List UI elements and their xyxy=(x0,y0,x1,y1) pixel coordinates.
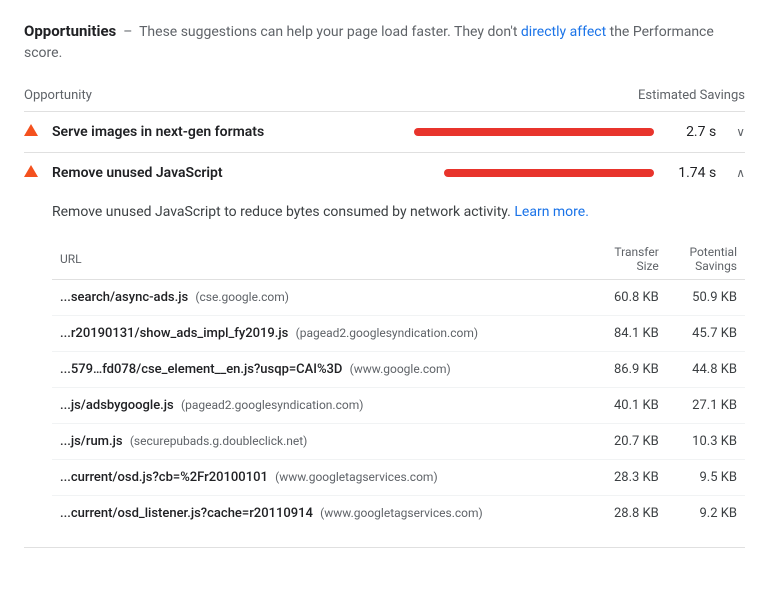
col-savings: Estimated Savings xyxy=(638,88,745,103)
directly-affect-link[interactable]: directly affect xyxy=(521,24,606,40)
url-table-row: ...search/async-ads.js (cse.google.com) … xyxy=(52,280,745,316)
url-cell: ...js/rum.js (securepubads.g.doubleclick… xyxy=(52,424,592,460)
audit-description: Remove unused JavaScript to reduce bytes… xyxy=(52,201,745,223)
transfer-cell: 84.1 KB xyxy=(592,316,667,352)
opportunities-header: Opportunities – These suggestions can he… xyxy=(24,20,745,64)
url-domain: (cse.google.com) xyxy=(195,290,289,304)
transfer-cell: 40.1 KB xyxy=(592,388,667,424)
audit-row-serve-images-header[interactable]: Serve images in next-gen formats 2.7 s ∨ xyxy=(24,112,745,152)
url-table-row: ...js/adsbygoogle.js (pagead2.googlesynd… xyxy=(52,388,745,424)
opportunities-subtitle: – These suggestions can help your page l… xyxy=(24,24,714,61)
audit-row-remove-unused-js: Remove unused JavaScript 1.74 s ∧ Remove… xyxy=(24,153,745,548)
url-col-header: URL xyxy=(52,239,592,280)
savings-col-header: PotentialSavings xyxy=(667,239,745,280)
savings-cell: 44.8 KB xyxy=(667,352,745,388)
url-table-row: ...current/osd.js?cb=%2Fr20100101 (www.g… xyxy=(52,460,745,496)
opportunities-title: Opportunities xyxy=(24,22,116,40)
transfer-cell: 86.9 KB xyxy=(592,352,667,388)
learn-more-link[interactable]: Learn more. xyxy=(514,204,589,220)
url-table-row: ...current/osd_listener.js?cache=r201109… xyxy=(52,496,745,532)
url-main: ...r20190131/show_ads_impl_fy2019.js xyxy=(60,326,288,341)
url-cell: ...current/osd_listener.js?cache=r201109… xyxy=(52,496,592,532)
audit-remove-unused-js-detail: Remove unused JavaScript to reduce bytes… xyxy=(24,193,745,547)
audit-row-serve-images: Serve images in next-gen formats 2.7 s ∨ xyxy=(24,112,745,153)
url-main: ...current/osd_listener.js?cache=r201109… xyxy=(60,506,313,521)
savings-cell: 10.3 KB xyxy=(667,424,745,460)
url-domain: (pagead2.googlesyndication.com) xyxy=(181,398,363,412)
savings-cell: 50.9 KB xyxy=(667,280,745,316)
transfer-cell: 60.8 KB xyxy=(592,280,667,316)
url-cell: ...r20190131/show_ads_impl_fy2019.js (pa… xyxy=(52,316,592,352)
audit-serve-images-bar xyxy=(414,128,654,136)
transfer-cell: 28.3 KB xyxy=(592,460,667,496)
audit-remove-unused-js-chevron[interactable]: ∧ xyxy=(736,166,745,180)
url-main: ...js/rum.js xyxy=(60,434,123,449)
transfer-col-header: TransferSize xyxy=(592,239,667,280)
url-cell: ...search/async-ads.js (cse.google.com) xyxy=(52,280,592,316)
audit-serve-images-title: Serve images in next-gen formats xyxy=(52,124,414,140)
url-main: ...current/osd.js?cb=%2Fr20100101 xyxy=(60,470,268,485)
url-cell: ...js/adsbygoogle.js (pagead2.googlesynd… xyxy=(52,388,592,424)
url-table-row: ...r20190131/show_ads_impl_fy2019.js (pa… xyxy=(52,316,745,352)
url-table: URL TransferSize PotentialSavings ...sea… xyxy=(52,239,745,531)
table-header: Opportunity Estimated Savings xyxy=(24,80,745,112)
audit-row-remove-unused-js-header[interactable]: Remove unused JavaScript 1.74 s ∧ xyxy=(24,153,745,193)
warning-icon-2 xyxy=(24,165,44,181)
url-domain: (www.google.com) xyxy=(350,362,451,376)
audit-remove-unused-js-savings: 1.74 s xyxy=(666,165,716,181)
url-domain: (pagead2.googlesyndication.com) xyxy=(296,326,478,340)
col-opportunity: Opportunity xyxy=(24,88,638,103)
savings-cell: 27.1 KB xyxy=(667,388,745,424)
savings-cell: 9.5 KB xyxy=(667,460,745,496)
transfer-cell: 20.7 KB xyxy=(592,424,667,460)
warning-icon xyxy=(24,124,44,140)
url-domain: (www.googletagservices.com) xyxy=(275,470,438,484)
audit-remove-unused-js-bar xyxy=(444,169,654,177)
transfer-cell: 28.8 KB xyxy=(592,496,667,532)
url-main: ...js/adsbygoogle.js xyxy=(60,398,174,413)
url-cell: ...current/osd.js?cb=%2Fr20100101 (www.g… xyxy=(52,460,592,496)
savings-cell: 9.2 KB xyxy=(667,496,745,532)
audit-serve-images-savings: 2.7 s xyxy=(666,124,716,140)
url-table-row: ...js/rum.js (securepubads.g.doubleclick… xyxy=(52,424,745,460)
url-main: ...search/async-ads.js xyxy=(60,290,188,305)
audit-serve-images-bar-container: 2.7 s ∨ xyxy=(414,124,745,140)
url-table-row: ...579…fd078/cse_element__en.js?usqp=CAI… xyxy=(52,352,745,388)
savings-cell: 45.7 KB xyxy=(667,316,745,352)
audit-remove-unused-js-title: Remove unused JavaScript xyxy=(52,165,444,181)
url-domain: (www.googletagservices.com) xyxy=(320,506,483,520)
url-main: ...579…fd078/cse_element__en.js?usqp=CAI… xyxy=(60,362,342,377)
url-domain: (securepubads.g.doubleclick.net) xyxy=(130,434,308,448)
audit-serve-images-chevron[interactable]: ∨ xyxy=(736,125,745,139)
url-cell: ...579…fd078/cse_element__en.js?usqp=CAI… xyxy=(52,352,592,388)
audit-remove-unused-js-bar-container: 1.74 s ∧ xyxy=(444,165,745,181)
